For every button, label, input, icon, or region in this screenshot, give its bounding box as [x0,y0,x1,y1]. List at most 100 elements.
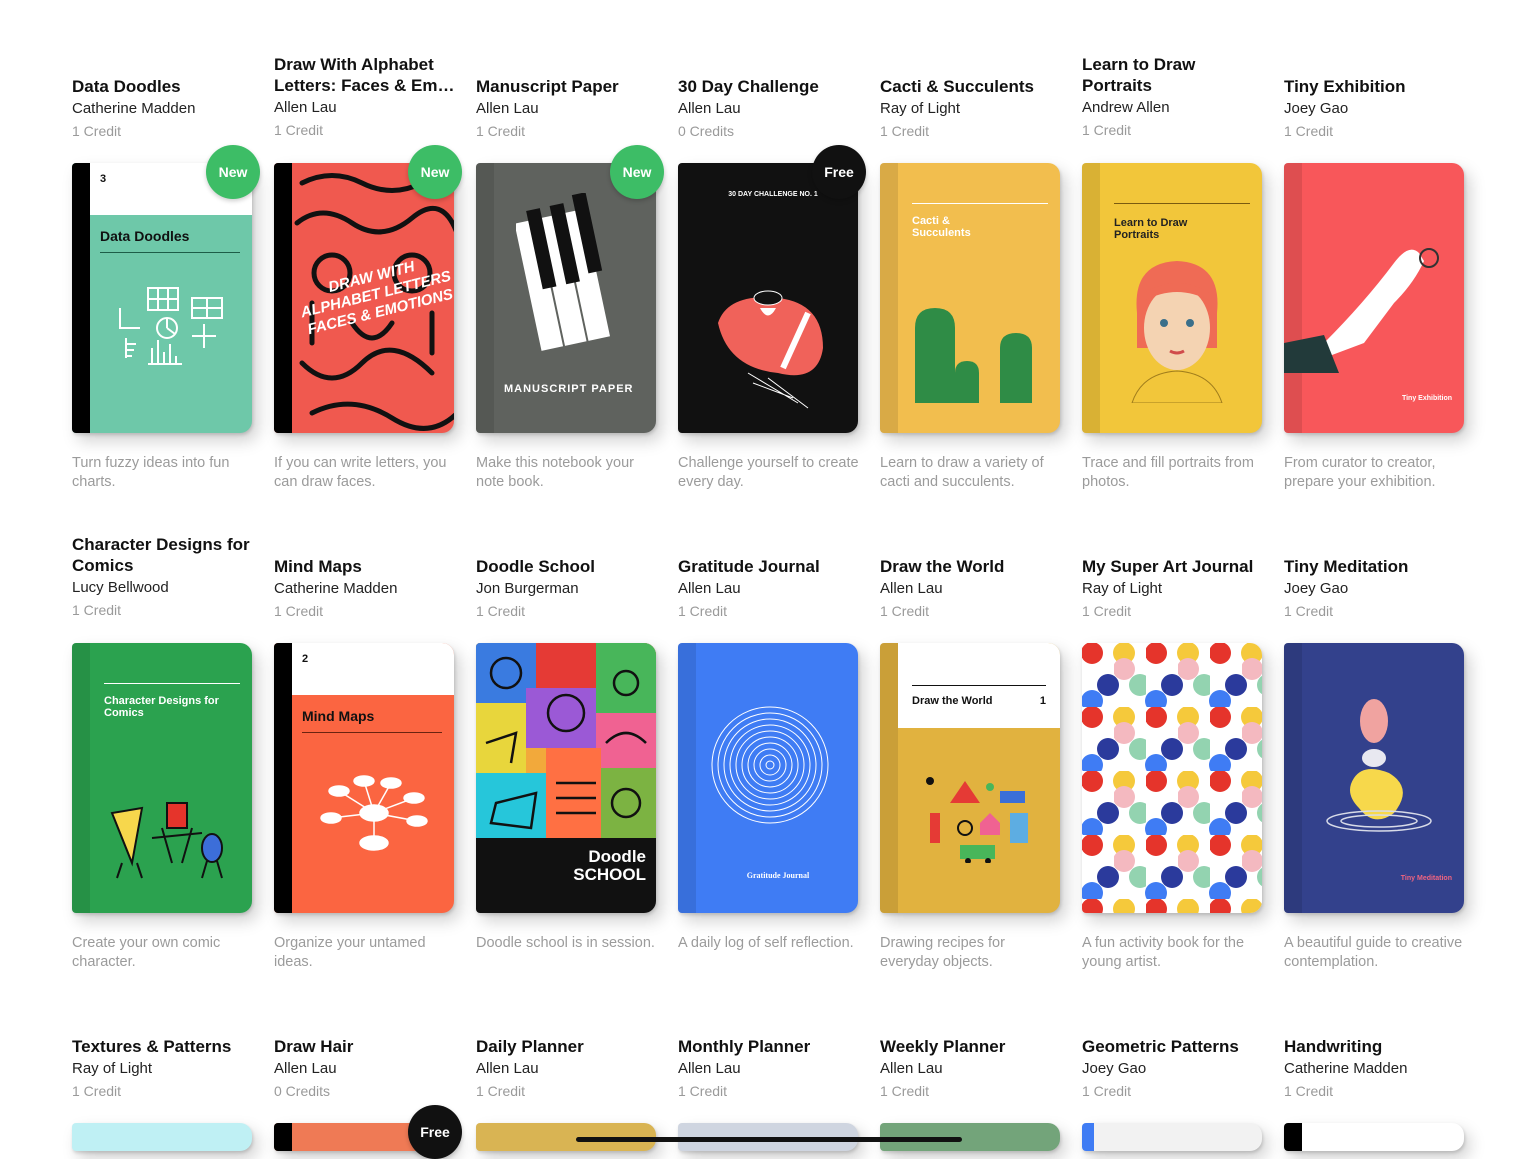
book-title: 30 Day Challenge [678,77,819,96]
book-author: Ray of Light [1082,580,1163,597]
book-spine [880,163,898,433]
book-author: Catherine Madden [72,100,196,117]
mind-map-illustration [320,775,428,851]
book-cover[interactable]: 2 Mind Maps [274,643,454,913]
book-credits: 1 Credit [678,1083,728,1099]
free-badge: Free [812,145,866,199]
book-credits: 1 Credit [1284,123,1334,139]
book-cover[interactable]: DRAW WITH ALPHABET LETTERS FACES & EMOTI… [274,163,454,433]
characters-illustration [110,802,223,879]
book-description: A fun activity book for the young artist… [1082,935,1245,970]
book-credits: 1 Credit [1082,122,1132,138]
book-cover[interactable]: 3 Data Doodles [72,163,252,433]
book-credits: 1 Credit [678,603,728,619]
book-author: Allen Lau [678,580,741,597]
book-cover[interactable] [1082,1123,1262,1151]
book-credits: 1 Credit [274,603,324,619]
book-title: Geometric Patterns [1082,1037,1239,1056]
book-cover[interactable]: MANUSCRIPT PAPER [476,163,656,433]
cover-title: 30 DAY CHALLENGE NO. 1 [728,191,818,198]
book-title: Tiny Meditation [1284,557,1409,576]
book-spine [1082,1123,1094,1151]
book-credits: 1 Credit [1082,1083,1132,1099]
cover-title: Gratitude Journal [746,871,810,880]
book-description: Challenge yourself to create every day. [678,455,859,490]
book-title: Draw the World [880,557,1005,576]
cover-title: Tiny Exhibition [1401,395,1452,402]
book-author: Catherine Madden [274,580,398,597]
cover-title: Cacti & Succulents [912,215,971,239]
book-cover[interactable]: Tiny Exhibition [1284,163,1464,433]
cover-title: Tiny Meditation [1400,875,1452,882]
book-credits: 0 Credits [678,123,735,139]
book-author: Allen Lau [274,1060,337,1077]
book-spine [476,163,494,433]
cover-title: MANUSCRIPT PAPER [504,383,634,395]
book-title: Mind Maps [274,557,362,576]
new-badge: New [610,145,664,199]
book-info: Doodle School Jon Burgerman 1 Credit [476,556,661,621]
concentric-circles-illustration [711,706,829,824]
book-cover[interactable]: Doodle SCHOOL [476,643,656,913]
book-credits: 1 Credit [476,1083,526,1099]
book-credits: 1 Credit [1284,1083,1334,1099]
book-author: Allen Lau [476,100,539,117]
book-cover[interactable]: Cacti & Succulents [880,163,1060,433]
piano-keys-illustration [516,193,611,351]
book-credits: 1 Credit [880,603,930,619]
book-cover[interactable]: Gratitude Journal [678,643,858,913]
book-info: Mind Maps Catherine Madden 1 Credit [274,556,459,621]
book-cover[interactable]: 30 DAY CHALLENGE NO. 1 [678,163,858,433]
cactus-illustration [915,308,1032,403]
book-cover[interactable]: 1 Draw the World [880,643,1060,913]
book-info: Geometric Patterns Joey Gao 1 Credit [1082,1036,1267,1101]
book-info: Daily Planner Allen Lau 1 Credit [476,1036,661,1101]
book-credits: 1 Credit [72,602,122,618]
book-cover[interactable] [1082,643,1262,913]
book-description: Drawing recipes for everyday objects. [880,935,1005,970]
book-description: Organize your untamed ideas. [274,935,426,970]
book-credits: 0 Credits [274,1083,331,1099]
balanced-stones-illustration [1326,699,1432,832]
book-spine [72,643,90,913]
book-spine [678,643,696,913]
book-title: Textures & Patterns [72,1037,232,1056]
book-title: Draw With Alphabet Letters: Faces & Em… [274,55,455,95]
book-author: Ray of Light [880,100,961,117]
book-description: A beautiful guide to creative contemplat… [1284,935,1463,970]
book-info: My Super Art Journal Ray of Light 1 Cred… [1082,556,1267,621]
book-cover[interactable]: Character Designs for Comics [72,643,252,913]
book-author: Allen Lau [678,100,741,117]
book-info: Draw the World Allen Lau 1 Credit [880,556,1065,621]
book-credits: 1 Credit [880,1083,930,1099]
book-cover[interactable]: Tiny Meditation [1284,643,1464,913]
cover-title: Character Designs for Comics [104,695,219,719]
cover-title: Data Doodles [100,228,190,244]
book-info: 30 Day Challenge Allen Lau 0 Credits [678,76,863,141]
polka-dot-pattern [1082,643,1262,913]
book-author: Jon Burgerman [476,580,579,597]
book-credits: 1 Credit [476,123,526,139]
book-author: Allen Lau [476,1060,539,1077]
home-indicator[interactable] [576,1137,962,1142]
book-title: Monthly Planner [678,1037,811,1056]
book-info: Textures & Patterns Ray of Light 1 Credi… [72,1036,257,1101]
book-description: A daily log of self reflection. [678,935,854,951]
book-title: Doodle School [476,557,595,576]
book-cover[interactable] [72,1123,252,1151]
book-author: Joey Gao [1284,580,1349,597]
book-cover[interactable]: Learn to Draw Portraits [1082,163,1262,433]
book-author: Ray of Light [72,1060,153,1077]
book-info: Tiny Meditation Joey Gao 1 Credit [1284,556,1469,621]
book-spine [274,163,292,433]
book-info: Draw Hair Allen Lau 0 Credits [274,1036,459,1101]
book-description: If you can write letters, you can draw f… [274,455,447,490]
book-cover[interactable] [1284,1123,1464,1151]
book-info: Character Designs for Comics Lucy Bellwo… [72,534,257,620]
book-credits: 1 Credit [1082,603,1132,619]
book-credits: 1 Credit [476,603,526,619]
book-spine [880,643,898,913]
doodle-collage-illustration [476,643,656,838]
book-author: Lucy Bellwood [72,579,169,596]
book-info: Gratitude Journal Allen Lau 1 Credit [678,556,863,621]
